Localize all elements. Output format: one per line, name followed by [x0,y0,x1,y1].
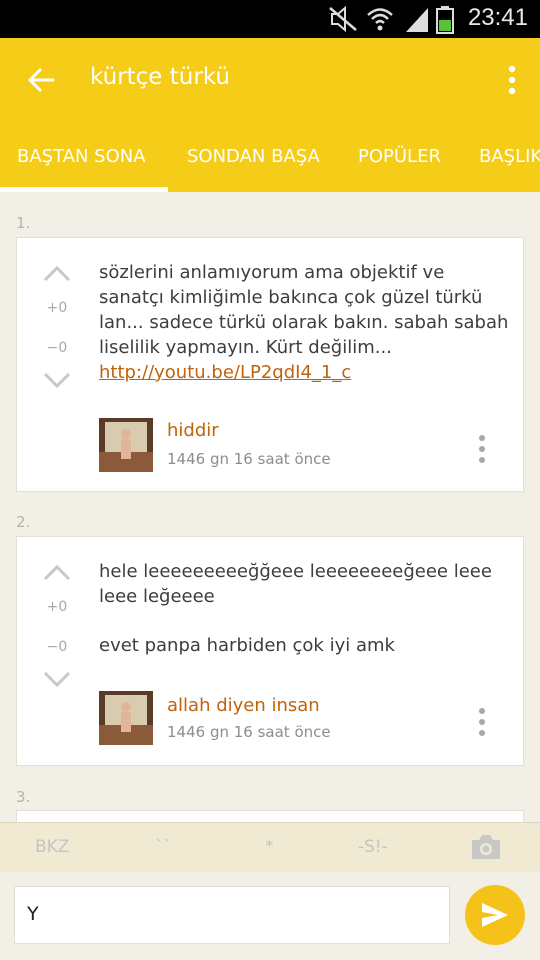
entry-number: 3. [16,788,31,806]
entry-text-line2: evet panpa harbiden çok iyi amk [99,635,395,656]
downvote-icon[interactable] [41,669,73,689]
app-bar: kürtçe türkü [0,38,540,120]
entry-menu-icon[interactable] [477,434,487,464]
format-bar: BKZ `` * -S!- [0,822,540,872]
tab-bar: BAŞTAN SONA SONDAN BAŞA POPÜLER BAŞLIK [0,120,540,192]
camera-icon[interactable] [470,833,502,861]
signal-icon [406,8,428,32]
entry-body: sözlerini anlamıyorum ama objektif ve sa… [99,262,509,358]
mute-icon [329,6,357,32]
avatar-image [99,418,153,472]
entry-number: 2. [16,513,31,531]
upvote-icon[interactable] [41,563,73,583]
entry-input-box[interactable] [14,886,450,944]
send-button[interactable] [465,885,525,945]
entry-card: +0 −0 hele leeeeeeeeeğğeee leeeeeeeeğeee… [16,536,524,766]
upvote-score: +0 [46,300,68,316]
tab-indicator [0,187,168,192]
page-title: kürtçe türkü [90,64,231,90]
avatar[interactable] [99,691,153,745]
avatar-image [99,691,153,745]
entry-link[interactable]: http://youtu.be/LP2qdI4_1_c [99,362,351,383]
tab-bastan-sona[interactable]: BAŞTAN SONA [17,146,146,167]
overflow-menu-icon[interactable] [506,64,518,96]
entry-time: 1446 gn 16 saat önce [167,723,331,741]
tab-sondan-basa[interactable]: SONDAN BAŞA [187,146,320,167]
avatar[interactable] [99,418,153,472]
entry-text: sözlerini anlamıyorum ama objektif ve sa… [99,260,509,385]
tab-baslik[interactable]: BAŞLIK [479,146,540,167]
status-bar: 23:41 [0,0,540,38]
downvote-score: −0 [46,639,68,655]
send-icon [482,903,508,927]
entry-card: +0 −0 sözlerini anlamıyorum ama objektif… [16,237,524,492]
entry-text-line1: hele leeeeeeeeeğğeee leeeeeeeeğeee leee … [99,561,492,607]
backtick-button[interactable]: `` [155,837,172,857]
author-name[interactable]: hiddir [167,420,219,441]
bkz-button[interactable]: BKZ [35,837,69,857]
compose-row [0,872,540,960]
upvote-icon[interactable] [41,264,73,284]
entry-number: 1. [16,214,31,232]
battery-icon [436,6,454,34]
upvote-score: +0 [46,599,68,615]
entry-input[interactable] [27,903,427,925]
tab-populer[interactable]: POPÜLER [358,146,441,167]
entry-time: 1446 gn 16 saat önce [167,450,331,468]
wifi-icon [367,8,393,31]
clock: 23:41 [467,4,528,31]
back-arrow-icon[interactable] [26,64,58,96]
downvote-score: −0 [46,340,68,356]
downvote-icon[interactable] [41,370,73,390]
entry-menu-icon[interactable] [477,707,487,737]
spoiler-button[interactable]: -S!- [358,837,388,857]
star-button[interactable]: * [265,837,274,857]
author-name[interactable]: allah diyen insan [167,695,320,716]
